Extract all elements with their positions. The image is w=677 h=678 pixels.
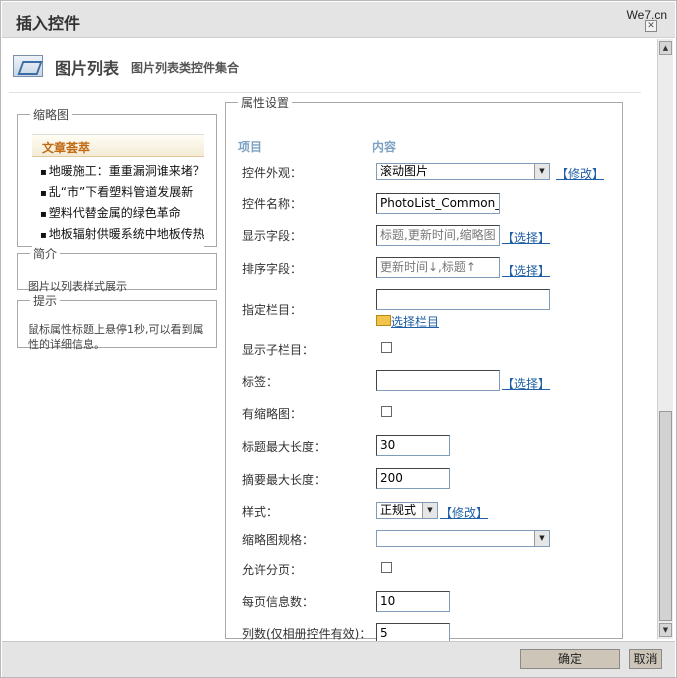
has-thumb-label: 有缩略图：: [242, 407, 303, 421]
intro-panel: 简介 图片以列表样式展示: [17, 245, 217, 293]
tip-legend: 提示: [33, 294, 58, 308]
show-sub-checkbox[interactable]: [381, 342, 392, 353]
control-subtitle: 图片列表类控件集合: [131, 61, 240, 75]
arrow-up-icon[interactable]: ▲: [659, 41, 672, 55]
columns-input[interactable]: 5: [376, 623, 450, 641]
scrollbar-thumb[interactable]: [659, 411, 672, 621]
column-input[interactable]: [376, 289, 550, 310]
title-max-input[interactable]: 30: [376, 435, 450, 456]
intro-legend: 简介: [33, 247, 58, 261]
display-fields-select-link[interactable]: 【选择】: [502, 229, 550, 246]
sort-fields-select-link[interactable]: 【选择】: [502, 262, 550, 279]
window-title: 插入控件: [16, 14, 81, 33]
thumbnail-preview: 文章荟萃 地暖施工：重重漏洞谁来堵？ 乱“市”下看塑料管道发展新 塑料代替金属的…: [32, 134, 204, 252]
page-size-input[interactable]: 10: [376, 591, 450, 612]
columns-label: 列数(仅相册控件有效)：: [242, 627, 372, 641]
column-label: 指定栏目：: [242, 303, 303, 317]
tip-panel: 提示 鼠标属性标题上悬停1秒,可以看到属性的详细信息。: [17, 292, 217, 351]
preview-title: 文章荟萃: [32, 135, 204, 157]
chevron-down-icon[interactable]: ▼: [534, 164, 549, 179]
content-area: 图片列表 图片列表类控件集合 缩略图 文章荟萃 地暖施工：重重漏洞谁来堵？ 乱“…: [1, 38, 657, 641]
thumbnail-legend: 缩略图: [33, 108, 70, 122]
column-header-content: 内容: [372, 140, 397, 154]
name-input[interactable]: PhotoList_Common_0: [376, 193, 500, 214]
tags-select-link[interactable]: 【选择】: [502, 375, 550, 392]
ok-button[interactable]: 确定: [520, 649, 620, 669]
display-fields-label: 显示字段：: [242, 229, 303, 243]
chevron-down-icon[interactable]: ▼: [422, 503, 437, 518]
style-modify-link[interactable]: 【修改】: [440, 504, 488, 521]
thumbnail-panel: 缩略图 文章荟萃 地暖施工：重重漏洞谁来堵？ 乱“市”下看塑料管道发展新 塑料代…: [17, 106, 217, 252]
vertical-scrollbar[interactable]: ▲ ▼: [657, 39, 673, 639]
select-column-link[interactable]: 选择栏目: [391, 313, 439, 330]
paging-checkbox[interactable]: [381, 562, 392, 573]
has-thumb-checkbox[interactable]: [381, 406, 392, 417]
tags-input[interactable]: [376, 370, 500, 391]
chevron-down-icon[interactable]: ▼: [534, 531, 549, 546]
tags-label: 标签：: [242, 375, 279, 389]
name-label: 控件名称：: [242, 197, 303, 211]
arrow-down-icon[interactable]: ▼: [659, 623, 672, 637]
properties-panel: 属性设置 项目 内容 控件外观： 滚动图片 ▼ 【修改】 控件名称： Photo…: [225, 94, 623, 641]
style-value: 正规式: [380, 503, 417, 517]
column-header-item: 项目: [238, 140, 263, 154]
tip-text: 鼠标属性标题上悬停1秒,可以看到属性的详细信息。: [28, 323, 204, 351]
folder-icon: [376, 315, 391, 326]
title-max-label: 标题最大长度：: [242, 440, 327, 454]
show-sub-label: 显示子栏目：: [242, 343, 315, 357]
preview-item: 地板辐射供暖系统中地板传热: [40, 224, 204, 245]
cancel-button[interactable]: 取消: [629, 649, 662, 669]
sort-fields-label: 排序字段：: [242, 262, 303, 276]
insert-control-dialog: 插入控件 We7.cn ✕ 图片列表 图片列表类控件集合 缩略图 文章荟萃 地暖…: [0, 0, 677, 678]
paging-label: 允许分页：: [242, 563, 303, 577]
summary-max-label: 摘要最大长度：: [242, 473, 327, 487]
sort-fields-input[interactable]: 更新时间↓,标题↑: [376, 257, 500, 278]
close-icon[interactable]: ✕: [645, 20, 657, 32]
preview-item: 地暖施工：重重漏洞谁来堵？: [40, 161, 204, 182]
display-fields-input[interactable]: 标题,更新时间,缩略图: [376, 225, 500, 246]
page-size-label: 每页信息数：: [242, 595, 315, 609]
preview-item: 塑料代替金属的绿色革命: [40, 203, 204, 224]
appearance-select[interactable]: 滚动图片 ▼: [376, 163, 550, 180]
image-list-icon: [13, 55, 43, 77]
title-bar: 插入控件 We7.cn ✕: [2, 2, 675, 38]
thumb-spec-label: 缩略图规格：: [242, 533, 315, 547]
appearance-value: 滚动图片: [380, 164, 429, 178]
style-select[interactable]: 正规式 ▼: [376, 502, 438, 519]
divider: [9, 92, 641, 93]
control-title: 图片列表: [55, 59, 120, 78]
style-label: 样式：: [242, 505, 279, 519]
appearance-modify-link[interactable]: 【修改】: [556, 165, 604, 182]
summary-max-input[interactable]: 200: [376, 468, 450, 489]
preview-item: 乱“市”下看塑料管道发展新: [40, 182, 204, 203]
dialog-footer: 确定 取消: [2, 641, 675, 677]
thumb-spec-select[interactable]: ▼: [376, 530, 550, 547]
appearance-label: 控件外观：: [242, 166, 303, 180]
properties-legend: 属性设置: [241, 96, 290, 110]
